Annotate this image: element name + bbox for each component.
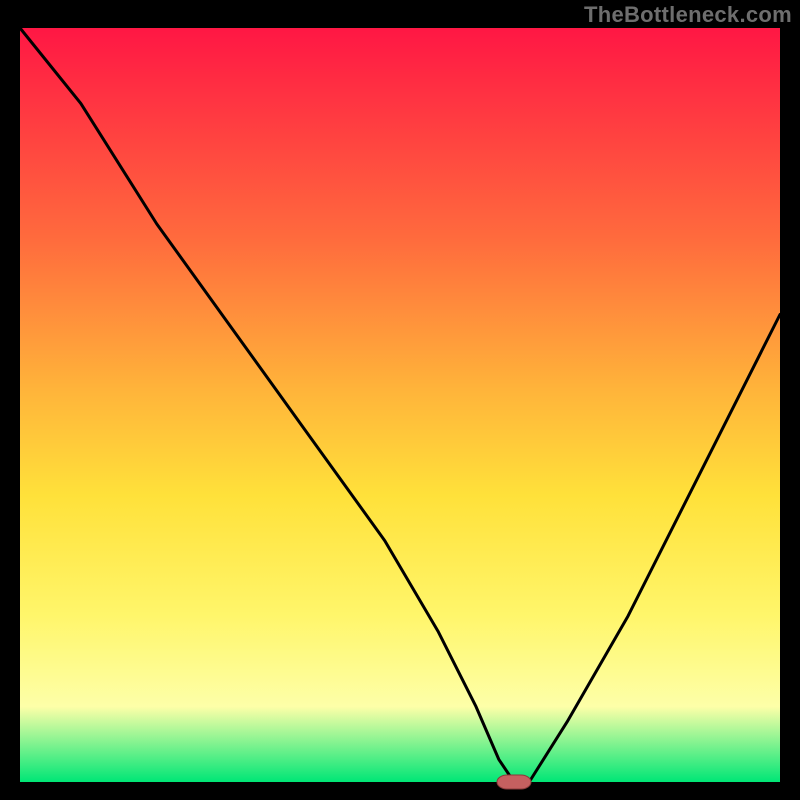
optimal-marker bbox=[497, 775, 531, 789]
chart-stage: TheBottleneck.com bbox=[0, 0, 800, 800]
watermark-text: TheBottleneck.com bbox=[584, 2, 792, 28]
bottleneck-chart bbox=[0, 0, 800, 800]
gradient-plot-area bbox=[20, 28, 780, 782]
